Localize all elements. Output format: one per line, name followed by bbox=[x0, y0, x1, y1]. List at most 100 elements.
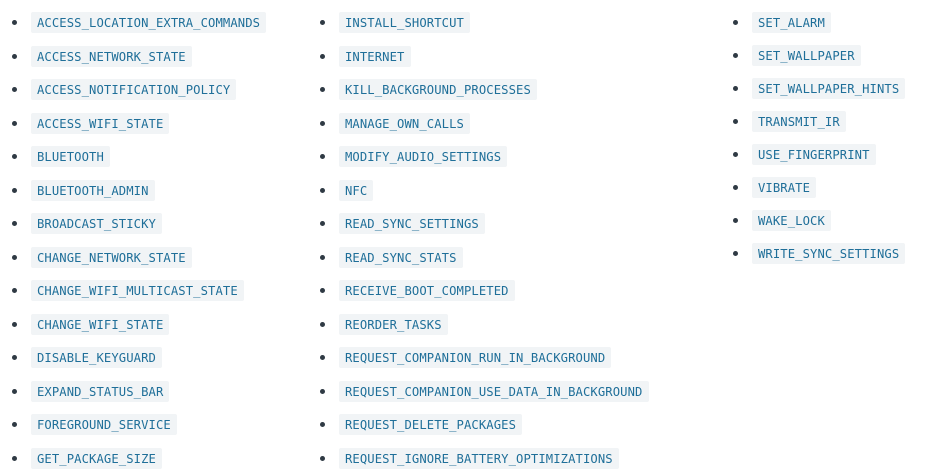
bullet-icon bbox=[320, 54, 325, 59]
permission-name: ACCESS_NETWORK_STATE bbox=[31, 46, 192, 67]
bullet-icon bbox=[12, 355, 17, 360]
permission-name: RECEIVE_BOOT_COMPLETED bbox=[339, 280, 515, 301]
permission-name: BROADCAST_STICKY bbox=[31, 213, 162, 234]
permission-column-1: ACCESS_LOCATION_EXTRA_COMMANDS ACCESS_NET… bbox=[12, 6, 266, 475]
permission-column-2: INSTALL_SHORTCUT INTERNET KILL_BACKGROUND_… bbox=[320, 6, 649, 475]
list-item: INTERNET bbox=[320, 40, 649, 74]
bullet-icon bbox=[320, 389, 325, 394]
permission-name: BLUETOOTH bbox=[31, 146, 110, 167]
list-item: REQUEST_COMPANION_RUN_IN_BACKGROUND bbox=[320, 341, 649, 375]
bullet-icon bbox=[12, 121, 17, 126]
bullet-icon bbox=[12, 87, 17, 92]
bullet-icon bbox=[733, 185, 738, 190]
list-item: TRANSMIT_IR bbox=[733, 105, 905, 138]
bullet-icon bbox=[12, 154, 17, 159]
bullet-icon bbox=[12, 322, 17, 327]
permission-column-3: SET_ALARM SET_WALLPAPER SET_WALLPAPER_HINT… bbox=[733, 6, 905, 270]
list-item: INSTALL_SHORTCUT bbox=[320, 6, 649, 40]
permission-name: READ_SYNC_STATS bbox=[339, 247, 463, 268]
bullet-icon bbox=[320, 456, 325, 461]
list-item: BLUETOOTH_ADMIN bbox=[12, 174, 266, 208]
list-item: KILL_BACKGROUND_PROCESSES bbox=[320, 73, 649, 107]
permission-name: REQUEST_IGNORE_BATTERY_OPTIMIZATIONS bbox=[339, 448, 619, 469]
permission-name: TRANSMIT_IR bbox=[752, 111, 846, 132]
list-item: REORDER_TASKS bbox=[320, 308, 649, 342]
permission-name: EXPAND_STATUS_BAR bbox=[31, 381, 169, 402]
bullet-icon bbox=[733, 86, 738, 91]
bullet-icon bbox=[12, 422, 17, 427]
list-item: READ_SYNC_STATS bbox=[320, 241, 649, 275]
bullet-icon bbox=[320, 121, 325, 126]
bullet-icon bbox=[320, 87, 325, 92]
bullet-icon bbox=[733, 218, 738, 223]
permission-name: WRITE_SYNC_SETTINGS bbox=[752, 243, 905, 264]
permission-name: NFC bbox=[339, 180, 373, 201]
list-item: DISABLE_KEYGUARD bbox=[12, 341, 266, 375]
list-item: WAKE_LOCK bbox=[733, 204, 905, 237]
permission-name: READ_SYNC_SETTINGS bbox=[339, 213, 485, 234]
permission-name: INTERNET bbox=[339, 46, 411, 67]
list-item: SET_WALLPAPER_HINTS bbox=[733, 72, 905, 105]
bullet-icon bbox=[12, 456, 17, 461]
bullet-icon bbox=[12, 221, 17, 226]
bullet-icon bbox=[733, 53, 738, 58]
list-item: GET_PACKAGE_SIZE bbox=[12, 442, 266, 475]
permission-name: REQUEST_DELETE_PACKAGES bbox=[339, 414, 522, 435]
permission-name: INSTALL_SHORTCUT bbox=[339, 12, 470, 33]
list-item: SET_ALARM bbox=[733, 6, 905, 39]
bullet-icon bbox=[733, 152, 738, 157]
permission-name: ACCESS_WIFI_STATE bbox=[31, 113, 169, 134]
bullet-icon bbox=[320, 188, 325, 193]
bullet-icon bbox=[320, 322, 325, 327]
list-item: CHANGE_WIFI_STATE bbox=[12, 308, 266, 342]
permission-name: CHANGE_WIFI_STATE bbox=[31, 314, 169, 335]
list-item: RECEIVE_BOOT_COMPLETED bbox=[320, 274, 649, 308]
bullet-icon bbox=[320, 288, 325, 293]
bullet-icon bbox=[320, 255, 325, 260]
bullet-icon bbox=[320, 154, 325, 159]
list-item: EXPAND_STATUS_BAR bbox=[12, 375, 266, 409]
permission-name: REQUEST_COMPANION_RUN_IN_BACKGROUND bbox=[339, 347, 611, 368]
list-item: MANAGE_OWN_CALLS bbox=[320, 107, 649, 141]
permission-name: SET_WALLPAPER_HINTS bbox=[752, 78, 905, 99]
permission-list: ACCESS_LOCATION_EXTRA_COMMANDS ACCESS_NET… bbox=[0, 0, 947, 463]
bullet-icon bbox=[733, 251, 738, 256]
permission-name: ACCESS_LOCATION_EXTRA_COMMANDS bbox=[31, 12, 266, 33]
bullet-icon bbox=[12, 255, 17, 260]
list-item: SET_WALLPAPER bbox=[733, 39, 905, 72]
bullet-icon bbox=[320, 422, 325, 427]
bullet-icon bbox=[320, 20, 325, 25]
list-item: VIBRATE bbox=[733, 171, 905, 204]
bullet-icon bbox=[733, 119, 738, 124]
permission-name: FOREGROUND_SERVICE bbox=[31, 414, 177, 435]
list-item: BLUETOOTH bbox=[12, 140, 266, 174]
bullet-icon bbox=[12, 389, 17, 394]
list-item: FOREGROUND_SERVICE bbox=[12, 408, 266, 442]
permission-name: GET_PACKAGE_SIZE bbox=[31, 448, 162, 469]
list-item: ACCESS_WIFI_STATE bbox=[12, 107, 266, 141]
permission-name: DISABLE_KEYGUARD bbox=[31, 347, 162, 368]
permission-name: REORDER_TASKS bbox=[339, 314, 448, 335]
permission-name: CHANGE_WIFI_MULTICAST_STATE bbox=[31, 280, 244, 301]
bullet-icon bbox=[320, 221, 325, 226]
permission-name: VIBRATE bbox=[752, 177, 816, 198]
bullet-icon bbox=[12, 288, 17, 293]
list-item: WRITE_SYNC_SETTINGS bbox=[733, 237, 905, 270]
list-item: REQUEST_IGNORE_BATTERY_OPTIMIZATIONS bbox=[320, 442, 649, 475]
permission-name: MODIFY_AUDIO_SETTINGS bbox=[339, 146, 507, 167]
list-item: READ_SYNC_SETTINGS bbox=[320, 207, 649, 241]
list-item: BROADCAST_STICKY bbox=[12, 207, 266, 241]
list-item: REQUEST_COMPANION_USE_DATA_IN_BACKGROUND bbox=[320, 375, 649, 409]
list-item: CHANGE_WIFI_MULTICAST_STATE bbox=[12, 274, 266, 308]
bullet-icon bbox=[12, 20, 17, 25]
permission-name: KILL_BACKGROUND_PROCESSES bbox=[339, 79, 537, 100]
list-item: ACCESS_NOTIFICATION_POLICY bbox=[12, 73, 266, 107]
bullet-icon bbox=[12, 54, 17, 59]
list-item: CHANGE_NETWORK_STATE bbox=[12, 241, 266, 275]
list-item: REQUEST_DELETE_PACKAGES bbox=[320, 408, 649, 442]
list-item: MODIFY_AUDIO_SETTINGS bbox=[320, 140, 649, 174]
list-item: ACCESS_LOCATION_EXTRA_COMMANDS bbox=[12, 6, 266, 40]
permission-name: WAKE_LOCK bbox=[752, 210, 831, 231]
permission-name: MANAGE_OWN_CALLS bbox=[339, 113, 470, 134]
permission-name: SET_ALARM bbox=[752, 12, 831, 33]
